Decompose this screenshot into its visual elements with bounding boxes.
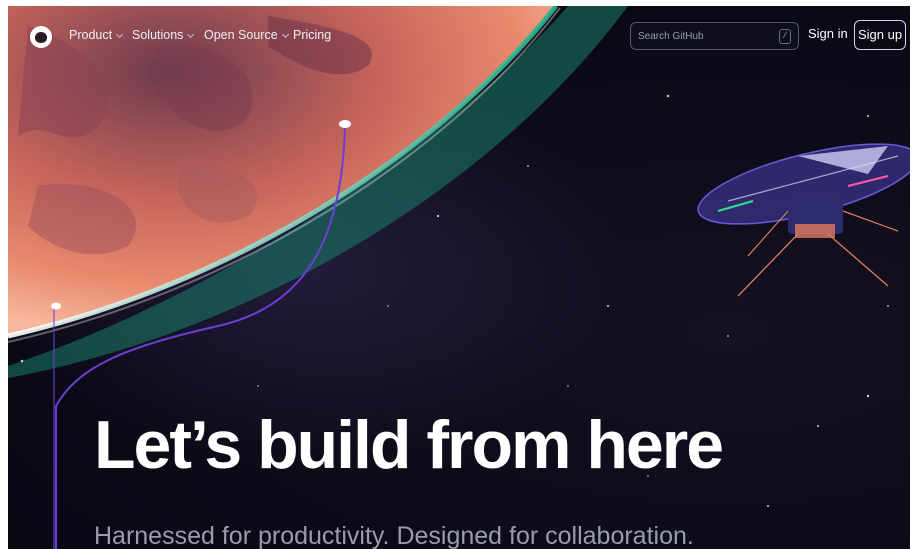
github-logo-icon[interactable]: [30, 26, 52, 48]
hero-subhead: Harnessed for productivity. Designed for…: [94, 522, 694, 549]
nav-item-solutions[interactable]: Solutions: [132, 28, 195, 42]
search-box[interactable]: /: [630, 22, 799, 50]
chevron-down-icon: [116, 30, 124, 39]
nav-item-pricing[interactable]: Pricing: [293, 28, 331, 42]
hero-headline: Let’s build from here: [94, 407, 724, 483]
shortcut-key-badge: /: [779, 29, 791, 44]
sign-in-link[interactable]: Sign in: [808, 26, 848, 41]
nav-item-open-source[interactable]: Open Source: [204, 28, 289, 42]
chevron-down-icon: [281, 30, 289, 39]
top-nav: Product Solutions Open Source Pricing / …: [8, 6, 910, 66]
nav-item-label: Solutions: [132, 28, 184, 42]
chevron-down-icon: [187, 30, 195, 39]
nav-item-label: Open Source: [204, 28, 278, 42]
hero-section: Product Solutions Open Source Pricing / …: [8, 6, 910, 549]
nav-item-product[interactable]: Product: [69, 28, 124, 42]
search-input[interactable]: [638, 27, 768, 45]
nav-item-label: Product: [69, 28, 113, 42]
helicopter-illustration: [697, 143, 910, 297]
nav-item-label: Pricing: [293, 28, 332, 42]
sign-up-button[interactable]: Sign up: [854, 20, 906, 50]
